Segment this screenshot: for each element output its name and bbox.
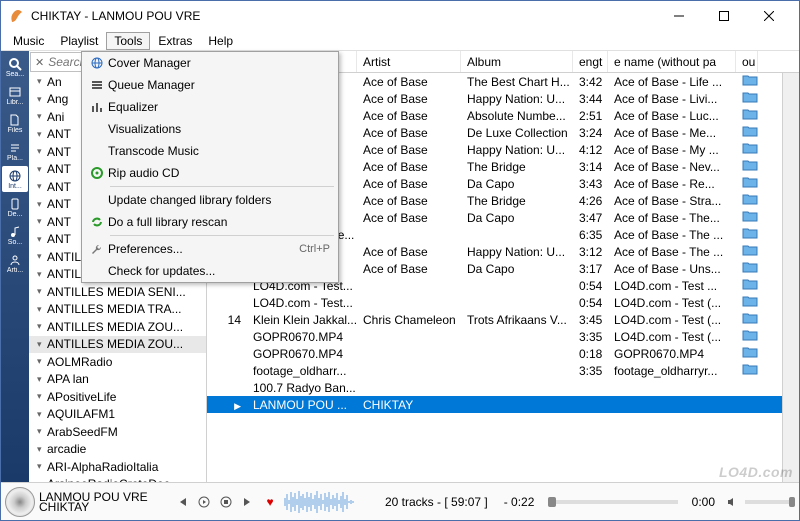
seek-bar[interactable] [548,500,677,504]
menu-item[interactable]: Queue Manager [82,74,338,96]
maximize-button[interactable] [701,2,746,30]
menu-tools[interactable]: Tools [106,32,150,50]
sidebar-tab-artist[interactable]: Arti... [2,250,28,276]
column-header[interactable]: Artist [357,51,461,72]
menubar: MusicPlaylistToolsExtrasHelp [1,31,799,51]
album-art-icon [5,487,35,517]
track-row[interactable]: footage_oldharr...3:35footage_oldharryr.… [207,362,782,379]
sidebar-tab-library[interactable]: Libr... [2,82,28,108]
track-row[interactable]: 100.7 Radyo Ban... [207,379,782,396]
app-icon [9,8,25,24]
stop-button[interactable] [217,493,235,511]
love-button[interactable]: ♥ [261,493,279,511]
watermark: LO4D.com [719,464,793,480]
column-header[interactable]: engt [573,51,608,72]
tools-menu: Cover ManagerQueue ManagerEqualizerVisua… [81,51,339,283]
scrollbar[interactable] [782,73,799,482]
track-row[interactable]: ▶LANMOU POU ...CHIKTAY [207,396,782,413]
sidebar-tab-song[interactable]: So... [2,222,28,248]
menu-item[interactable]: Visualizations [82,118,338,140]
next-button[interactable] [239,493,257,511]
play-button[interactable] [195,493,213,511]
app-window: CHIKTAY - LANMOU POU VRE MusicPlaylistTo… [0,0,800,521]
menu-item[interactable]: Do a full library rescan [82,211,338,233]
sidebar-tab-search[interactable]: Sea... [2,54,28,80]
tree-item[interactable]: ▾ANTILLES MEDIA TRA... [29,301,206,319]
position-time: - 0:22 [500,495,539,509]
queue-icon [86,78,108,92]
menu-item[interactable]: Update changed library folders [82,189,338,211]
menu-music[interactable]: Music [5,32,52,50]
waveform [283,489,373,515]
column-header[interactable]: ou [736,51,758,72]
track-row[interactable]: GOPR0670.MP40:18GOPR0670.MP4 [207,345,782,362]
track-row[interactable]: 14Klein Klein Jakkal...Chris ChameleonTr… [207,311,782,328]
menu-help[interactable]: Help [200,32,241,50]
column-header[interactable]: e name (without pa [608,51,736,72]
menu-item[interactable]: Check for updates... [82,260,338,282]
menu-item[interactable]: Transcode Music [82,140,338,162]
statusbar: LANMOU POU VRE CHIKTAY ♥ 20 tracks - [ 5… [1,482,799,520]
menu-item[interactable]: Preferences...Ctrl+P [82,238,338,260]
tree-item[interactable]: ▾ANTILLES MEDIA ZOU... [29,336,206,354]
window-controls [656,2,791,30]
sidebar-tab-internet[interactable]: Int... [2,166,28,192]
column-header[interactable]: Album [461,51,573,72]
menu-extras[interactable]: Extras [150,32,200,50]
tree-item[interactable]: ▾APA lan [29,371,206,389]
tree-item[interactable]: ▾AQUILAFM1 [29,406,206,424]
tree-item[interactable]: ▾APositiveLife [29,388,206,406]
left-sidebar: Sea...Libr...FilesPla...Int...De...So...… [1,51,29,482]
cd-icon [86,166,108,180]
tree-item[interactable]: ▾AOLMRadio [29,353,206,371]
tree-item[interactable]: ▾ANTILLES MEDIA ZOU... [29,318,206,336]
minimize-button[interactable] [656,2,701,30]
total-time: 0:00 [688,495,719,509]
track-row[interactable]: LO4D.com - Test...0:54LO4D.com - Test (.… [207,294,782,311]
window-title: CHIKTAY - LANMOU POU VRE [31,9,656,23]
track-row[interactable]: GOPR0670.MP43:35LO4D.com - Test (... [207,328,782,345]
tree-item[interactable]: ▾arcadie [29,441,206,459]
sidebar-tab-devices[interactable]: De... [2,194,28,220]
menu-item[interactable]: Rip audio CD [82,162,338,184]
sidebar-tab-files[interactable]: Files [2,110,28,136]
volume-slider[interactable] [745,500,795,504]
sidebar-tab-playlists[interactable]: Pla... [2,138,28,164]
menu-playlist[interactable]: Playlist [52,32,106,50]
tree-item[interactable]: ▾ANTILLES MEDIA SENI... [29,283,206,301]
wrench-icon [86,242,108,256]
tree-item[interactable]: ▾ArabSeedFM [29,423,206,441]
status-summary: 20 tracks - [ 59:07 ] [377,495,496,509]
clear-icon[interactable]: ✕ [35,56,44,69]
globe-icon [86,56,108,70]
equalizer-icon [86,100,108,114]
volume-icon[interactable] [723,493,741,511]
menu-item[interactable]: Cover Manager [82,52,338,74]
tree-item[interactable]: ▾ARI-AlphaRadioItalia [29,458,206,476]
now-playing: LANMOU POU VRE CHIKTAY [39,492,169,512]
close-button[interactable] [746,2,791,30]
menu-item[interactable]: Equalizer [82,96,338,118]
refresh-icon [86,215,108,229]
titlebar: CHIKTAY - LANMOU POU VRE [1,1,799,31]
prev-button[interactable] [173,493,191,511]
